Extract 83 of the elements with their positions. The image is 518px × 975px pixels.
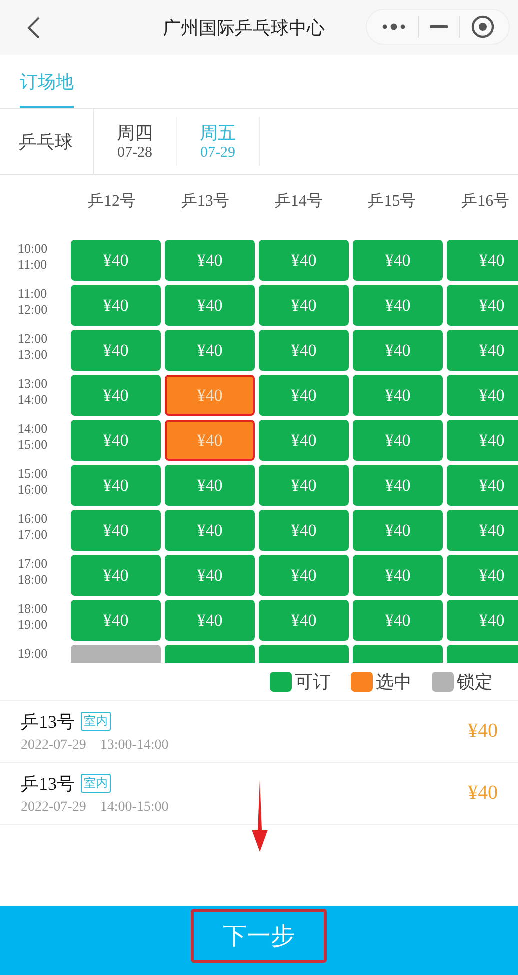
slot-cell[interactable]: ¥40 <box>447 555 518 596</box>
court-header: 乒13号 <box>181 192 230 212</box>
slot-cell[interactable]: ¥40 <box>71 465 161 506</box>
date-tab[interactable]: 周五 07-29 <box>177 117 260 166</box>
court-header: 乒14号 <box>274 192 324 212</box>
slot-cell[interactable]: ¥40 <box>71 555 161 596</box>
selected-slot-cell[interactable]: ¥40 <box>165 420 255 461</box>
court-header: 乒16号 <box>462 192 511 212</box>
legend-label: 选中 <box>376 670 412 694</box>
time-label: 12:00 13:00 <box>17 330 49 364</box>
tab[interactable]: 订场地 <box>20 55 74 108</box>
slot-cell[interactable]: ¥40 <box>165 510 255 551</box>
indoor-tag: 室内 <box>81 774 111 793</box>
selected-slot-cell[interactable]: ¥40 <box>165 375 255 416</box>
page-title: 广州国际乒乓球中心 <box>163 16 325 40</box>
date-tab[interactable]: 周四 07-28 <box>94 117 177 166</box>
slot-cell[interactable]: ¥40 <box>447 375 518 416</box>
slot-cell[interactable]: ¥40 <box>353 285 443 326</box>
booking-date: 2022-07-29 <box>21 738 86 754</box>
slot-cell[interactable]: ¥40 <box>259 510 349 551</box>
indoor-tag: 室内 <box>81 712 111 731</box>
court-name: 乒13号 <box>21 710 75 734</box>
close-icon[interactable] <box>471 15 496 39</box>
slot-cell[interactable]: ¥40 <box>353 375 443 416</box>
slot-cell[interactable]: ¥40 <box>259 375 349 416</box>
slot-cell[interactable]: ¥40 <box>259 465 349 506</box>
time-label: 14:00 15:00 <box>17 420 49 454</box>
court-name: 乒13号 <box>21 772 75 796</box>
time-label: 13:00 14:00 <box>17 375 49 409</box>
slot-cell[interactable]: ¥40 <box>259 420 349 461</box>
slot-cell[interactable]: ¥40 <box>353 240 443 281</box>
slot-cell[interactable]: ¥40 <box>353 555 443 596</box>
slot-cell[interactable]: ¥40 <box>165 555 255 596</box>
sport-label: 乒乓球 <box>0 109 94 174</box>
next-button[interactable]: 下一步 <box>191 908 327 962</box>
slot-cell[interactable]: ¥40 <box>259 330 349 371</box>
slot-cell[interactable]: ¥40 <box>353 465 443 506</box>
slot-cell[interactable]: ¥40 <box>165 330 255 371</box>
slot-cell[interactable]: ¥40 <box>259 285 349 326</box>
slot-cell[interactable]: ¥40 <box>71 285 161 326</box>
slot-cell[interactable]: ¥40 <box>165 240 255 281</box>
slot-cell[interactable]: ¥40 <box>165 285 255 326</box>
slot-cell[interactable]: ¥40 <box>71 600 161 641</box>
slot-cell[interactable]: ¥40 <box>71 420 161 461</box>
slot-cell[interactable]: ¥40 <box>447 600 518 641</box>
slot-cell[interactable]: ¥40 <box>259 600 349 641</box>
time-label: 16:00 17:00 <box>17 510 49 544</box>
court-header: 乒15号 <box>368 192 418 212</box>
legend-label: 可订 <box>295 670 331 694</box>
time-label: 17:00 18:00 <box>17 555 49 589</box>
slot-cell[interactable]: ¥40 <box>71 330 161 371</box>
time-label: 19:00 <box>17 645 49 663</box>
court-header: 乒12号 <box>88 192 137 212</box>
time-label: 11:00 12:00 <box>17 285 49 319</box>
time-label: 18:00 19:00 <box>17 600 49 634</box>
more-icon[interactable] <box>380 23 407 31</box>
slot-cell[interactable]: ¥40 <box>353 420 443 461</box>
slot-cell[interactable]: ¥40 <box>71 240 161 281</box>
slot-cell[interactable]: ¥40 <box>71 375 161 416</box>
slot-cell[interactable]: ¥40 <box>447 330 518 371</box>
back-icon[interactable] <box>27 16 41 40</box>
slot-cell[interactable]: ¥40 <box>447 465 518 506</box>
time-label: 15:00 16:00 <box>17 465 49 499</box>
slot-cell[interactable]: ¥40 <box>259 555 349 596</box>
slot-cell[interactable]: ¥40 <box>447 240 518 281</box>
slot-cell[interactable]: ¥40 <box>165 465 255 506</box>
slot-cell[interactable]: ¥40 <box>71 510 161 551</box>
slot-cell[interactable]: ¥40 <box>447 420 518 461</box>
minimize-icon[interactable] <box>430 25 448 29</box>
booking-price: ¥40 <box>468 782 498 805</box>
booking-price: ¥40 <box>468 720 498 743</box>
slot-cell[interactable]: ¥40 <box>259 240 349 281</box>
slot-cell[interactable]: ¥40 <box>353 600 443 641</box>
legend-label: 锁定 <box>457 670 493 694</box>
slot-cell[interactable]: ¥40 <box>353 510 443 551</box>
slot-cell[interactable]: ¥40 <box>447 285 518 326</box>
booking-time: 14:00-15:00 <box>100 800 169 816</box>
slot-cell[interactable]: ¥40 <box>447 510 518 551</box>
booking-date: 2022-07-29 <box>21 800 86 816</box>
slot-cell[interactable]: ¥40 <box>165 600 255 641</box>
booking-time: 13:00-14:00 <box>100 738 169 754</box>
slot-cell[interactable]: ¥40 <box>353 330 443 371</box>
time-label: 10:00 11:00 <box>17 240 49 274</box>
